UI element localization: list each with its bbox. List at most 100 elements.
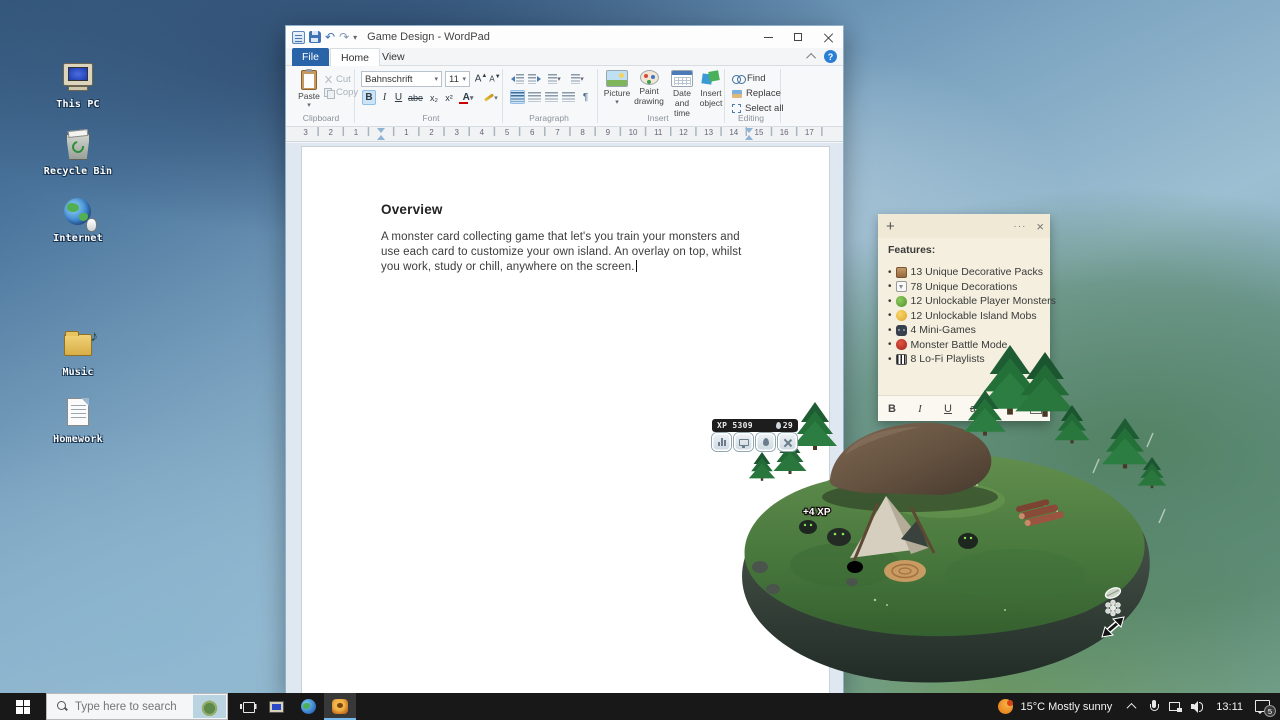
desktop-icon-label: Recycle Bin — [44, 166, 112, 177]
text-cursor — [636, 260, 637, 272]
increase-indent-button[interactable] — [527, 72, 542, 86]
quick-access-dropdown-icon[interactable]: ▾ — [353, 33, 357, 42]
minimize-button[interactable] — [753, 26, 783, 48]
desktop-icon-this-pc[interactable]: This PC — [40, 62, 116, 110]
help-icon[interactable]: ? — [824, 50, 837, 63]
sticky-note-header[interactable]: + ··· × — [878, 214, 1050, 238]
tab-view[interactable]: View — [372, 48, 415, 66]
desktop-icon-recycle-bin[interactable]: Recycle Bin — [40, 129, 116, 177]
action-center-button[interactable]: 5 — [1255, 700, 1270, 713]
resize-cursor-icon[interactable] — [1102, 617, 1124, 637]
insert-object-button[interactable]: Insert object — [698, 70, 724, 109]
strikethrough-button[interactable]: abe — [406, 90, 425, 105]
desktop-icon-homework[interactable]: Homework — [40, 397, 116, 445]
highlight-button[interactable]: ▾ — [480, 90, 502, 105]
underline-button[interactable]: U — [392, 90, 405, 105]
start-button[interactable] — [0, 693, 46, 720]
superscript-button[interactable]: x² — [442, 90, 456, 105]
taskbar-app-island-game[interactable] — [324, 693, 356, 720]
font-size-select[interactable]: 11▾ — [445, 71, 470, 87]
scissors-icon — [324, 75, 333, 84]
ruler-number: 6 — [520, 128, 545, 137]
search-input[interactable] — [75, 701, 183, 713]
grow-font-button[interactable]: A▲ — [474, 71, 488, 86]
find-button[interactable]: Find — [732, 73, 765, 84]
note-italic-button[interactable]: I — [906, 403, 934, 415]
undo-icon[interactable]: ↶ — [325, 31, 335, 43]
weather-widget[interactable]: 15°C Mostly sunny — [990, 693, 1120, 720]
group-label-font: Font — [422, 113, 439, 123]
microphone-tray-icon[interactable] — [1142, 693, 1164, 720]
flower-icon[interactable] — [1106, 600, 1121, 616]
desktop-icon-internet[interactable]: Internet — [40, 196, 116, 244]
right-indent-marker[interactable] — [745, 128, 753, 140]
list-item: •13 Unique Decorative Packs — [888, 266, 1043, 278]
close-overlay-button[interactable] — [778, 433, 797, 451]
display-button[interactable] — [734, 433, 753, 451]
close-button[interactable] — [813, 26, 843, 48]
desktop-icon-music[interactable]: ♪ Music — [40, 330, 116, 378]
title-bar[interactable]: ↶ ↷ ▾ Game Design - WordPad — [286, 26, 843, 48]
font-color-button[interactable]: A▾ — [458, 90, 478, 105]
xp-status-bar: XP 5309 29 — [712, 419, 798, 432]
copy-button[interactable]: Copy — [324, 87, 358, 98]
stats-button[interactable] — [712, 433, 731, 451]
justify-button[interactable] — [561, 90, 576, 104]
maximize-button[interactable] — [783, 26, 813, 48]
bold-button[interactable]: B — [362, 90, 376, 105]
indent-marker[interactable] — [377, 128, 385, 140]
list-button[interactable]: ▾ — [545, 72, 564, 86]
sticky-note-body[interactable]: Features: •13 Unique Decorative Packs •7… — [888, 244, 1043, 368]
object-cubes-icon — [700, 70, 722, 87]
note-bold-button[interactable]: B — [878, 403, 906, 415]
taskbar-app-this-pc[interactable] — [260, 693, 292, 720]
ogre-icon — [896, 339, 907, 350]
decrease-indent-button[interactable] — [510, 72, 525, 86]
group-label-paragraph: Paragraph — [529, 113, 569, 123]
paint-drawing-button[interactable]: Paint drawing — [634, 70, 664, 107]
paste-button[interactable]: Paste ▾ — [296, 70, 322, 110]
windows-logo-icon — [16, 700, 30, 714]
redo-icon[interactable]: ↷ — [339, 31, 349, 43]
align-center-button[interactable] — [527, 90, 542, 104]
save-icon[interactable] — [309, 31, 321, 43]
list-item: •12 Unlockable Player Monsters — [888, 295, 1043, 307]
water-button[interactable] — [756, 433, 775, 451]
clipboard-icon — [301, 70, 317, 90]
shrink-font-button[interactable]: A▼ — [488, 71, 502, 86]
replace-button[interactable]: Replace — [732, 88, 781, 99]
note-close-icon[interactable]: × — [1036, 220, 1044, 233]
line-spacing-button[interactable]: ▾ — [567, 72, 588, 86]
align-right-button[interactable] — [544, 90, 559, 104]
align-left-button[interactable] — [510, 90, 525, 104]
taskbar-clock[interactable]: 13:11 — [1208, 701, 1251, 713]
cut-button[interactable]: Cut — [324, 74, 351, 85]
note-underline-button[interactable]: U — [934, 403, 962, 415]
subscript-button[interactable]: x₂ — [427, 90, 441, 105]
taskbar-app-internet[interactable] — [292, 693, 324, 720]
italic-button[interactable]: I — [378, 90, 391, 105]
ruler-number: 16 — [772, 128, 797, 137]
note-strike-button[interactable]: ab — [962, 403, 990, 415]
search-highlight-thumbnail[interactable] — [193, 695, 226, 718]
taskbar-search[interactable] — [46, 693, 228, 720]
document-body[interactable]: A monster card collecting game that let'… — [381, 230, 755, 275]
note-menu-icon[interactable]: ··· — [1013, 221, 1026, 232]
new-note-icon[interactable]: + — [886, 219, 895, 234]
hidden-icons-button[interactable] — [1120, 693, 1142, 720]
leaf-icon[interactable] — [1104, 586, 1122, 601]
note-image-button[interactable] — [1030, 404, 1042, 414]
monitor-icon — [739, 439, 749, 446]
water-value: 29 — [783, 421, 793, 430]
task-view-button[interactable] — [228, 693, 260, 720]
volume-tray-icon[interactable] — [1186, 693, 1208, 720]
globe-icon — [301, 699, 316, 714]
gamepad-icon — [896, 325, 907, 336]
monster-green-icon — [896, 296, 907, 307]
tab-file[interactable]: File — [292, 48, 329, 66]
network-tray-icon[interactable] — [1164, 693, 1186, 720]
font-family-select[interactable]: Bahnschrift▾ — [361, 71, 442, 87]
network-icon — [1169, 701, 1182, 712]
paragraph-marks-button[interactable]: ¶ — [578, 90, 593, 104]
picture-button[interactable]: Picture ▾ — [602, 70, 632, 107]
